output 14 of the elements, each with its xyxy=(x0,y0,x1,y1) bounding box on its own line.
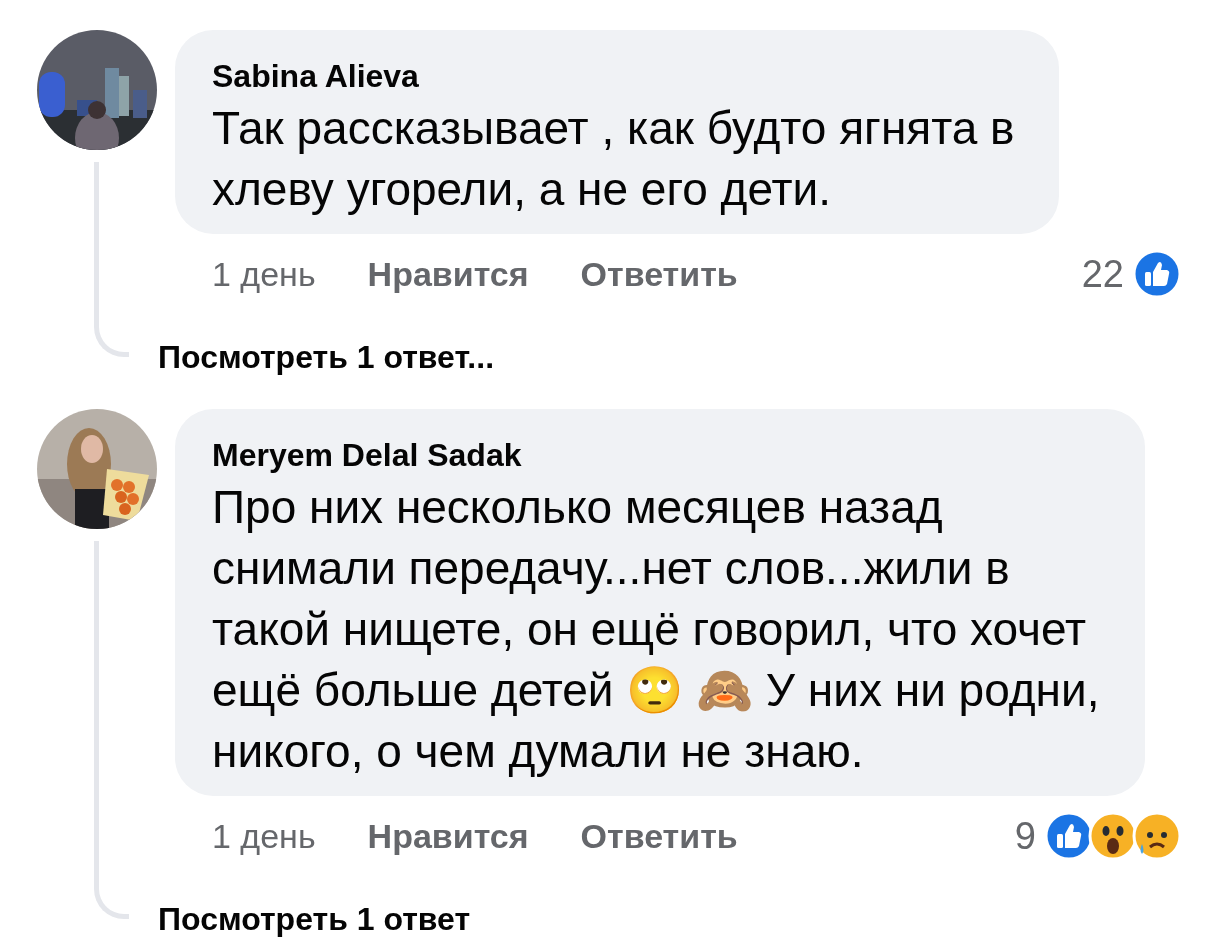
comment-text: Про них несколько месяцев назад снимали передачу...нет слов...жили в такой нищете, он ещё говорил, что хочет ещё больше детей 🙄 🙈 У них ни родни, никого, о чем думали не знаю. xyxy=(212,480,1101,779)
like-link[interactable]: Нравится xyxy=(367,816,529,856)
comment-time: 1 день xyxy=(212,816,316,856)
comment-time: 1 день xyxy=(212,254,316,294)
like-link[interactable]: Нравится xyxy=(367,254,529,294)
comment-text: Так рассказывает , как будто ягнята в хлеву угорели, а не его дети. xyxy=(212,101,1016,217)
view-replies-link[interactable]: Посмотреть 1 ответ xyxy=(158,901,471,937)
view-replies-link[interactable]: Посмотреть 1 ответ... xyxy=(158,339,494,375)
reply-link[interactable]: Ответить xyxy=(580,816,738,856)
author-name: Meryem Delal Sadak xyxy=(212,436,523,475)
reaction-count: 9 xyxy=(1014,814,1036,858)
author-name: Sabina Alieva xyxy=(212,57,420,96)
reply-link[interactable]: Ответить xyxy=(580,254,738,294)
reaction-count: 22 xyxy=(1081,252,1124,296)
